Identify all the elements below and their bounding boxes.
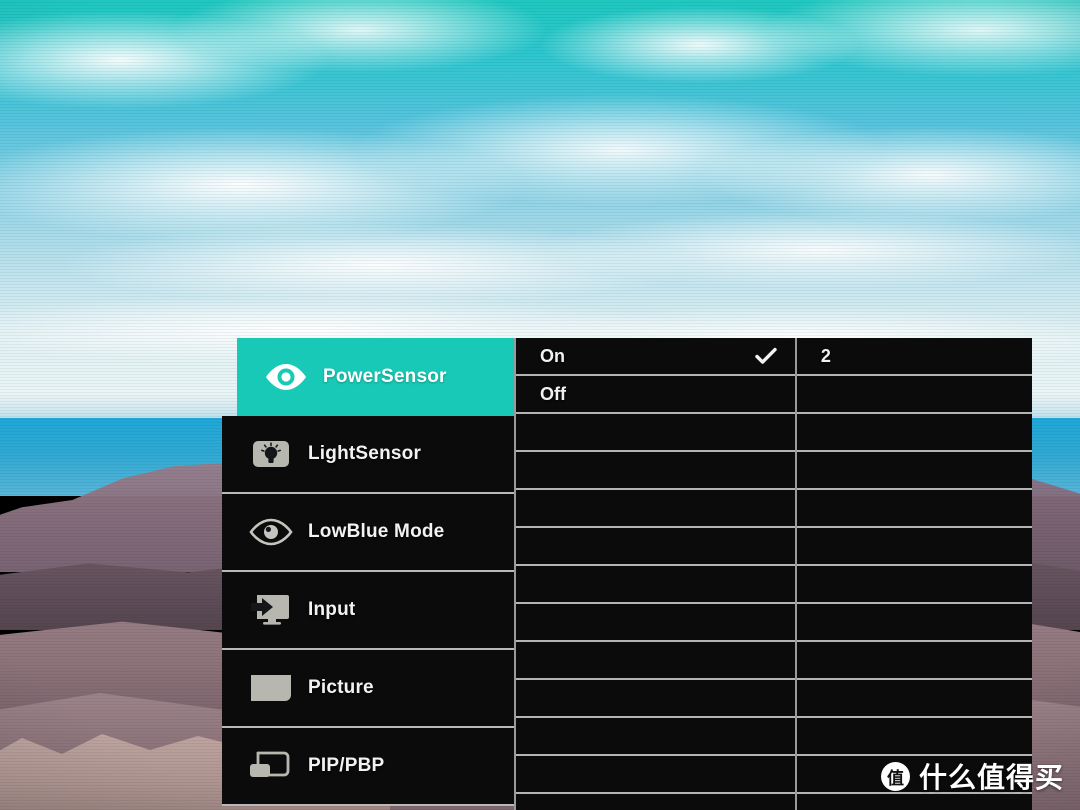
value-row[interactable] <box>796 490 1032 528</box>
watermark-text: 什么值得买 <box>918 761 1064 794</box>
value-row[interactable] <box>796 566 1032 604</box>
option-row-off[interactable]: Off <box>516 376 795 414</box>
picture-panel-icon <box>248 668 294 708</box>
option-label: On <box>540 345 565 366</box>
monitor-screen: PowerSensor LightSensor LowBlue Mode Inp… <box>0 0 1080 810</box>
value-row[interactable] <box>796 680 1032 718</box>
option-row-on[interactable]: On <box>516 338 795 376</box>
option-row[interactable] <box>516 528 795 566</box>
option-row[interactable] <box>516 718 795 756</box>
sidebar-item-input[interactable]: Input <box>222 572 514 650</box>
option-row[interactable] <box>516 414 795 452</box>
eye-sensor-icon <box>263 357 309 397</box>
sidebar-item-label: Picture <box>308 677 374 698</box>
value-row-selected[interactable]: 2 <box>796 338 1032 376</box>
value-row[interactable] <box>796 528 1032 566</box>
value-row[interactable] <box>796 414 1032 452</box>
sidebar-item-powersensor[interactable]: PowerSensor <box>237 338 514 416</box>
sidebar-item-pip-pbp[interactable]: PIP/PBP <box>222 728 514 806</box>
value-row[interactable] <box>796 604 1032 642</box>
sidebar-item-label: PIP/PBP <box>308 755 385 776</box>
sidebar-item-label: Input <box>308 599 356 620</box>
option-row[interactable] <box>516 490 795 528</box>
sidebar-item-label: LightSensor <box>308 443 422 464</box>
value-row[interactable] <box>796 642 1032 680</box>
option-row[interactable] <box>516 566 795 604</box>
option-row[interactable] <box>516 604 795 642</box>
option-row[interactable] <box>516 452 795 490</box>
sidebar-item-lowblue-mode[interactable]: LowBlue Mode <box>222 494 514 572</box>
option-row[interactable] <box>516 642 795 680</box>
osd-value-column: 2 <box>794 338 1032 810</box>
value-row[interactable] <box>796 376 1032 414</box>
option-label: Off <box>540 383 566 404</box>
value-row[interactable] <box>796 718 1032 756</box>
monitor-input-arrow-icon <box>248 590 294 630</box>
eye-outline-icon <box>248 512 294 552</box>
osd-menu: PowerSensor LightSensor LowBlue Mode Inp… <box>222 338 1032 810</box>
pip-pbp-icon <box>248 746 294 786</box>
sidebar-item-label: LowBlue Mode <box>308 521 445 542</box>
watermark: 值 什么值得买 <box>880 756 1064 796</box>
value-row[interactable] <box>796 452 1032 490</box>
osd-option-column: On Off <box>514 338 795 810</box>
option-row[interactable] <box>516 756 795 794</box>
option-row[interactable] <box>516 680 795 718</box>
light-bulb-icon <box>248 434 294 474</box>
sidebar-item-lightsensor[interactable]: LightSensor <box>222 416 514 494</box>
checkmark-icon <box>755 347 777 365</box>
sidebar-item-label: PowerSensor <box>323 366 447 387</box>
osd-category-column: PowerSensor LightSensor LowBlue Mode Inp… <box>222 338 514 810</box>
value-label: 2 <box>820 345 831 366</box>
sidebar-item-picture[interactable]: Picture <box>222 650 514 728</box>
smzdm-logo-icon: 值 <box>880 761 910 791</box>
